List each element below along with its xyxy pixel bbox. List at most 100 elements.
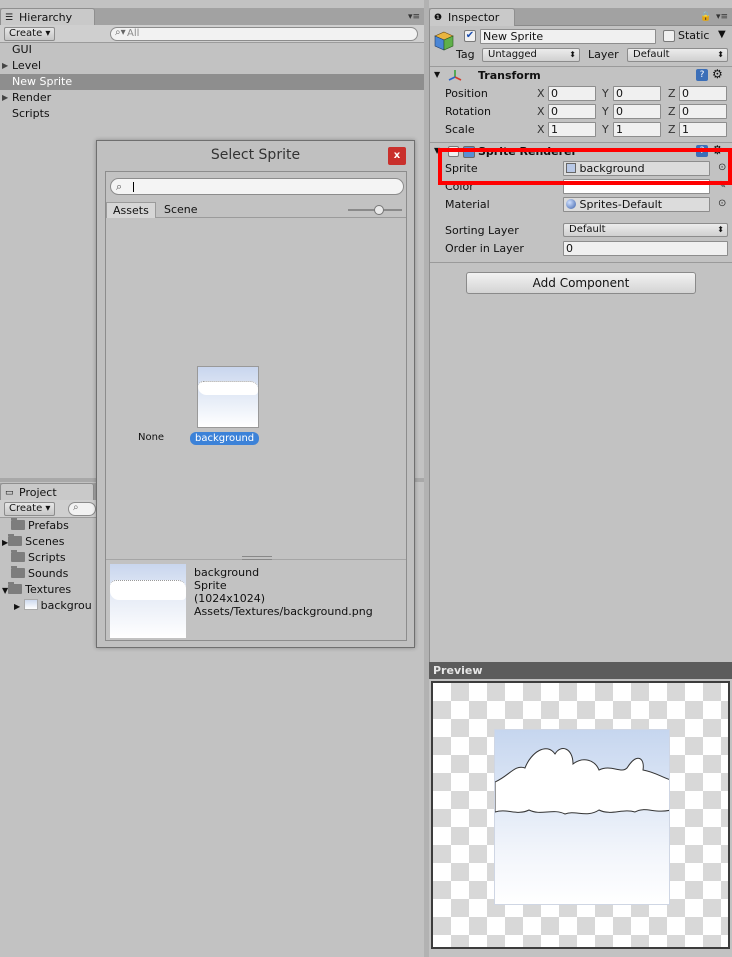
project-item-textures[interactable]: ▼ Textures: [0, 582, 96, 598]
folder-icon: [8, 534, 23, 546]
hierarchy-item-gui[interactable]: GUI: [0, 42, 424, 58]
tab-scene[interactable]: Scene: [158, 202, 204, 218]
project-item-label: Scripts: [28, 551, 66, 564]
project-item-scenes[interactable]: ▶ Scenes: [0, 534, 96, 550]
object-name-field[interactable]: New Sprite: [480, 29, 656, 44]
project-item-background[interactable]: ▶ backgrou: [0, 598, 96, 614]
preview-header[interactable]: Preview: [429, 662, 732, 679]
panel-menu-icon[interactable]: ▾≡: [408, 12, 420, 22]
layer-dropdown[interactable]: Default ⬍: [627, 48, 728, 62]
static-checkbox[interactable]: [663, 30, 675, 42]
close-button[interactable]: x: [388, 147, 406, 165]
folder-icon: [11, 550, 25, 562]
project-item-prefabs[interactable]: Prefabs: [0, 518, 96, 534]
inspector-panel: ✔ New Sprite Static ▼ Tag Untagged ⬍ Laye…: [429, 26, 732, 678]
project-item-sounds[interactable]: Sounds: [0, 566, 96, 582]
axis-y-label: Y: [602, 105, 609, 118]
hierarchy-item-new-sprite[interactable]: New Sprite: [0, 74, 424, 90]
gear-icon[interactable]: ⚙: [712, 67, 723, 81]
sprite-preview-image: [494, 729, 670, 905]
position-x-field[interactable]: 0: [548, 86, 596, 101]
tab-assets[interactable]: Assets: [106, 202, 156, 218]
add-component-button[interactable]: Add Component: [466, 272, 696, 294]
zoom-slider[interactable]: [348, 205, 402, 215]
static-dropdown-icon[interactable]: ▼: [718, 29, 726, 40]
project-create-button[interactable]: Create ▾: [4, 502, 56, 516]
lock-icon[interactable]: 🔒: [700, 12, 711, 22]
sprite-preview-thumbnail: [110, 564, 186, 638]
background-sprite-thumbnail[interactable]: [197, 366, 259, 428]
order-in-layer-label: Order in Layer: [445, 242, 524, 255]
object-picker-icon[interactable]: ⊙: [718, 198, 726, 209]
cloud-graphic: [495, 748, 669, 815]
hierarchy-item-label: Level: [12, 59, 42, 72]
order-in-layer-row: Order in Layer 0: [430, 240, 732, 258]
zoom-slider-knob[interactable]: [374, 205, 385, 215]
expand-arrow-icon[interactable]: ▶: [2, 90, 8, 106]
scale-y-field[interactable]: 1: [613, 122, 661, 137]
layer-label: Layer: [588, 48, 619, 61]
tab-hierarchy[interactable]: ☰ Hierarchy: [0, 8, 95, 26]
search-icon: ⌕▾: [115, 27, 126, 38]
hierarchy-list: GUI ▶ Level New Sprite ▶ Render Scripts: [0, 42, 424, 122]
sorting-layer-dropdown[interactable]: Default ⬍: [563, 223, 728, 237]
tab-project[interactable]: ▭ Project: [0, 483, 94, 501]
tab-inspector[interactable]: ❶ Inspector: [429, 8, 515, 26]
dropdown-arrow-icon: ▾: [45, 503, 51, 514]
folder-icon: [11, 518, 25, 530]
gameobject-cube-icon: [434, 31, 454, 51]
panel-menu-icon[interactable]: ▾≡: [716, 12, 728, 22]
texture-thumbnail-icon: [23, 599, 38, 610]
tab-hierarchy-label: Hierarchy: [19, 11, 73, 24]
position-y-field[interactable]: 0: [613, 86, 661, 101]
scale-label: Scale: [445, 123, 475, 136]
rotation-z-field[interactable]: 0: [679, 104, 727, 119]
list-icon: ☰: [5, 13, 14, 23]
static-label: Static: [678, 29, 710, 42]
project-item-scripts[interactable]: Scripts: [0, 550, 96, 566]
material-row: Material Sprites-Default ⊙: [430, 196, 732, 214]
select-sprite-dialog: Select Sprite x ⌕ Assets Scene None back…: [96, 140, 415, 648]
section-divider: [430, 262, 732, 263]
tag-dropdown[interactable]: Untagged ⬍: [482, 48, 580, 62]
hierarchy-item-scripts[interactable]: Scripts: [0, 106, 424, 122]
hierarchy-item-label: GUI: [12, 43, 32, 56]
collapse-arrow-icon[interactable]: ▼: [434, 70, 440, 79]
expand-arrow-icon[interactable]: ▶: [14, 602, 20, 611]
active-checkbox[interactable]: ✔: [464, 30, 476, 42]
transform-header[interactable]: ▼ Transform ? ⚙: [430, 66, 732, 84]
sprite-info-path: Assets/Textures/background.png: [194, 605, 373, 618]
dialog-title: Select Sprite: [210, 147, 301, 163]
expand-arrow-icon[interactable]: ▶: [2, 58, 8, 74]
hierarchy-search-input[interactable]: ⌕▾ All: [110, 27, 418, 41]
transform-title: Transform: [478, 69, 541, 82]
resize-grip[interactable]: [242, 556, 272, 560]
help-icon[interactable]: ?: [696, 69, 708, 81]
tag-label: Tag: [456, 48, 475, 61]
hierarchy-item-render[interactable]: ▶ Render: [0, 90, 424, 106]
scale-z-field[interactable]: 1: [679, 122, 727, 137]
hierarchy-item-level[interactable]: ▶ Level: [0, 58, 424, 74]
scale-x-field[interactable]: 1: [548, 122, 596, 137]
hierarchy-create-button[interactable]: Create ▾: [4, 27, 56, 41]
folder-icon: [8, 582, 23, 594]
sprite-info-type: Sprite: [194, 579, 227, 592]
project-toolbar: Create ▾ ⌕: [0, 500, 96, 518]
project-item-label: Textures: [25, 583, 72, 596]
project-search-input[interactable]: ⌕: [68, 502, 96, 516]
transform-axes-icon: [448, 70, 462, 81]
none-option[interactable]: None: [138, 432, 164, 443]
order-in-layer-field[interactable]: 0: [563, 241, 728, 256]
create-label: Create: [9, 503, 43, 514]
project-item-label: Prefabs: [28, 519, 69, 532]
position-z-field[interactable]: 0: [679, 86, 727, 101]
sprite-info-size: (1024x1024): [194, 592, 266, 605]
hierarchy-item-label: New Sprite: [12, 75, 73, 88]
rotation-x-field[interactable]: 0: [548, 104, 596, 119]
background-sprite-label[interactable]: background: [190, 432, 260, 445]
axis-z-label: Z: [668, 105, 676, 118]
create-label: Create: [9, 28, 43, 39]
rotation-y-field[interactable]: 0: [613, 104, 661, 119]
dialog-search-input[interactable]: ⌕: [110, 178, 404, 195]
material-object-field[interactable]: Sprites-Default: [563, 197, 710, 212]
